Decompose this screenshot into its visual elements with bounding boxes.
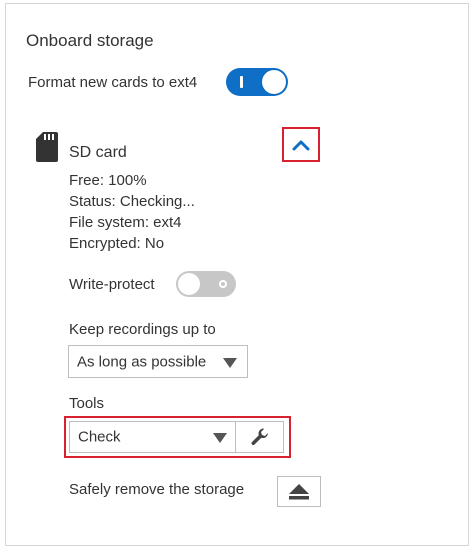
section-title: Onboard storage (26, 31, 154, 50)
eject-icon (289, 483, 309, 499)
status-text: Status: Checking... (69, 193, 195, 210)
toggle-off-mark (219, 280, 227, 288)
eject-button[interactable] (277, 476, 321, 507)
keep-recordings-select[interactable]: As long as possible (68, 345, 248, 378)
encrypted-text: Encrypted: No (69, 235, 165, 252)
keep-recordings-value: As long as possible (77, 353, 207, 370)
tools-value: Check (78, 428, 121, 446)
toggle-knob (178, 273, 200, 295)
write-protect-label: Write-protect (69, 276, 155, 293)
free-space-text: Free: 100% (69, 172, 147, 189)
collapse-button[interactable] (282, 127, 320, 162)
format-toggle-label: Format new cards to ext4 (28, 74, 198, 91)
safely-remove-label: Safely remove the storage (69, 481, 245, 498)
format-ext4-toggle[interactable] (226, 68, 288, 96)
toggle-knob (262, 70, 286, 94)
triangle-down-icon (213, 433, 227, 443)
sd-card-title: SD card (69, 144, 127, 161)
keep-recordings-label: Keep recordings up to (69, 321, 216, 338)
sd-card-icon (36, 132, 58, 162)
file-system-text: File system: ext4 (69, 214, 182, 231)
wrench-icon (250, 428, 268, 446)
tools-label: Tools (69, 395, 105, 412)
triangle-down-icon (223, 357, 237, 368)
chevron-up-icon (292, 140, 310, 150)
write-protect-toggle[interactable] (176, 271, 236, 297)
toggle-on-mark (240, 76, 243, 88)
run-tool-button[interactable] (236, 421, 284, 453)
tools-select[interactable]: Check (69, 421, 236, 453)
